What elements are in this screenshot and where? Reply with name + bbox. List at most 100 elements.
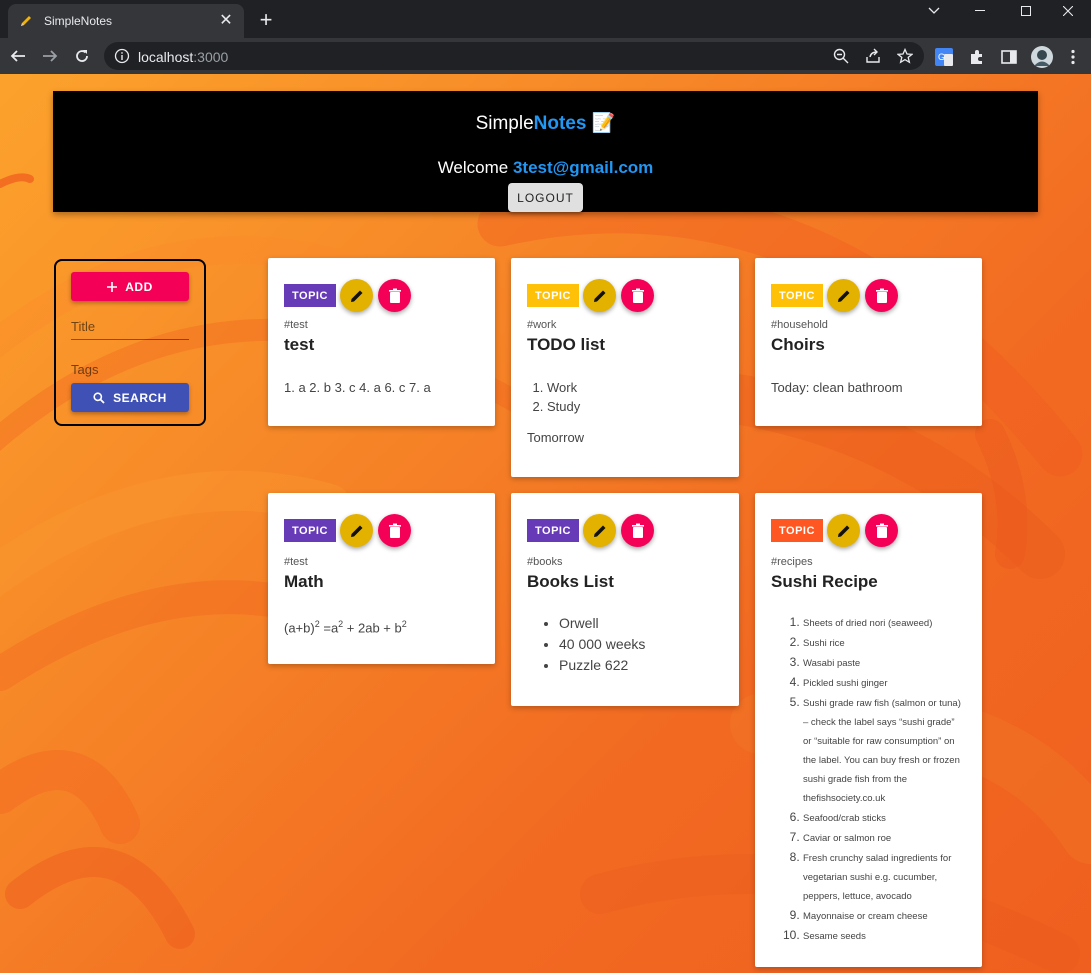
topic-chip: TOPIC bbox=[284, 284, 336, 307]
note-list: Orwell 40 000 weeks Puzzle 622 bbox=[527, 613, 725, 676]
note-card: TOPIC #household Choirs Today: clean bat… bbox=[755, 258, 982, 426]
note-content: (a+b)2 =a2 + 2ab + b2 bbox=[284, 619, 407, 636]
note-tag: #test bbox=[284, 556, 308, 568]
list-item: Caviar or salmon roe bbox=[803, 828, 962, 848]
pencil-icon bbox=[837, 290, 849, 302]
note-title: TODO list bbox=[527, 335, 606, 354]
user-email: 3test@gmail.com bbox=[512, 158, 654, 177]
trash-icon bbox=[631, 523, 644, 538]
share-icon[interactable] bbox=[865, 48, 881, 64]
tags-input[interactable] bbox=[71, 356, 189, 382]
app-header: SimpleNotes 📝 Welcome 3test@gmail.com LO… bbox=[53, 91, 1038, 212]
zoom-icon[interactable] bbox=[833, 48, 849, 64]
list-item: Work bbox=[547, 378, 725, 397]
extensions-puzzle-icon[interactable] bbox=[968, 48, 986, 66]
list-item: Mayonnaise or cream cheese bbox=[803, 906, 962, 926]
edit-note-button[interactable] bbox=[583, 279, 616, 312]
side-panel-icon[interactable] bbox=[1000, 48, 1018, 66]
logout-button[interactable]: LOGOUT bbox=[508, 183, 583, 212]
pencil-icon bbox=[593, 290, 605, 302]
title-field bbox=[71, 314, 189, 340]
address-bar[interactable]: localhost:3000 bbox=[104, 42, 924, 70]
bookmark-star-icon[interactable] bbox=[896, 47, 914, 64]
trash-icon bbox=[388, 288, 401, 303]
pencil-favicon-icon bbox=[18, 13, 34, 29]
note-title: Choirs bbox=[771, 335, 825, 354]
note-card: TOPIC #recipes Sushi Recipe Sheets of dr… bbox=[755, 493, 982, 967]
delete-note-button[interactable] bbox=[378, 514, 411, 547]
trash-icon bbox=[875, 288, 888, 303]
welcome-message: Welcome 3test@gmail.com bbox=[437, 158, 654, 177]
note-content: 1. a 2. b 3. c 4. a 6. c 7. a bbox=[284, 380, 431, 395]
tab-title: SimpleNotes bbox=[44, 14, 113, 28]
memo-emoji-icon: 📝 bbox=[591, 113, 616, 134]
pencil-icon bbox=[350, 525, 362, 537]
note-tag: #recipes bbox=[771, 556, 813, 568]
note-list: Work Study bbox=[527, 378, 725, 416]
back-icon[interactable] bbox=[7, 45, 29, 67]
note-card: TOPIC #test test 1. a 2. b 3. c 4. a 6. … bbox=[268, 258, 495, 426]
topic-chip: TOPIC bbox=[527, 284, 579, 307]
edit-note-button[interactable] bbox=[340, 514, 373, 547]
add-label: ADD bbox=[125, 279, 153, 294]
browser-toolbar: localhost:3000 G bbox=[0, 38, 1091, 74]
filter-panel: ADD SEARCH bbox=[54, 259, 206, 426]
edit-note-button[interactable] bbox=[827, 279, 860, 312]
list-item: Pickled sushi ginger bbox=[803, 673, 962, 693]
tab-search-icon[interactable] bbox=[911, 0, 957, 22]
pencil-icon bbox=[837, 525, 849, 537]
topic-chip: TOPIC bbox=[771, 284, 823, 307]
trash-icon bbox=[631, 288, 644, 303]
close-window-icon[interactable] bbox=[1045, 0, 1091, 22]
delete-note-button[interactable] bbox=[865, 514, 898, 547]
site-info-icon[interactable] bbox=[114, 48, 130, 64]
trash-icon bbox=[875, 523, 888, 538]
tags-field bbox=[71, 356, 189, 382]
add-note-button[interactable]: ADD bbox=[71, 272, 189, 301]
profile-avatar[interactable] bbox=[1031, 46, 1053, 68]
search-button[interactable]: SEARCH bbox=[71, 383, 189, 412]
maximize-icon[interactable] bbox=[1003, 0, 1049, 22]
delete-note-button[interactable] bbox=[865, 279, 898, 312]
note-text: Tomorrow bbox=[527, 430, 585, 445]
app-title: SimpleNotes 📝 bbox=[475, 113, 616, 134]
list-item: Fresh crunchy salad ingredients for vege… bbox=[803, 848, 962, 906]
list-item: 40 000 weeks bbox=[559, 634, 725, 655]
new-tab-icon[interactable]: + bbox=[256, 9, 276, 31]
topic-chip: TOPIC bbox=[284, 519, 336, 542]
close-tab-icon[interactable]: ✕ bbox=[218, 13, 234, 29]
plus-icon bbox=[107, 281, 118, 292]
minimize-icon[interactable] bbox=[957, 0, 1003, 22]
list-item: Study bbox=[547, 397, 725, 416]
pencil-icon bbox=[593, 525, 605, 537]
pencil-icon bbox=[350, 290, 362, 302]
note-card: TOPIC #work TODO list Work Study Tomorro… bbox=[511, 258, 739, 477]
list-item: Wasabi paste bbox=[803, 653, 962, 673]
browser-tabbar: SimpleNotes ✕ + bbox=[0, 0, 1091, 38]
note-title: test bbox=[284, 335, 315, 354]
note-list: Sheets of dried nori (seaweed) Sushi ric… bbox=[773, 613, 962, 946]
title-input[interactable] bbox=[71, 314, 189, 339]
delete-note-button[interactable] bbox=[621, 279, 654, 312]
delete-note-button[interactable] bbox=[621, 514, 654, 547]
note-title: Math bbox=[284, 572, 324, 591]
topic-chip: TOPIC bbox=[527, 519, 579, 542]
note-content: Work Study Tomorrow bbox=[527, 378, 725, 447]
search-icon bbox=[93, 391, 105, 404]
browser-tab[interactable]: SimpleNotes ✕ bbox=[8, 4, 244, 38]
list-item: Sheets of dried nori (seaweed) bbox=[803, 613, 962, 633]
trash-icon bbox=[388, 523, 401, 538]
list-item: Sushi grade raw fish (salmon or tuna) – … bbox=[803, 693, 962, 808]
browser-menu-icon[interactable] bbox=[1064, 48, 1082, 66]
reload-icon[interactable] bbox=[71, 45, 93, 67]
edit-note-button[interactable] bbox=[340, 279, 373, 312]
url-text: localhost:3000 bbox=[138, 49, 229, 65]
translate-extension-icon[interactable]: G bbox=[935, 48, 953, 66]
edit-note-button[interactable] bbox=[583, 514, 616, 547]
note-card: TOPIC #books Books List Orwell 40 000 we… bbox=[511, 493, 739, 706]
delete-note-button[interactable] bbox=[378, 279, 411, 312]
forward-icon[interactable] bbox=[39, 45, 61, 67]
note-content: Orwell 40 000 weeks Puzzle 622 bbox=[527, 613, 725, 676]
edit-note-button[interactable] bbox=[827, 514, 860, 547]
note-content: Today: clean bathroom bbox=[771, 380, 903, 395]
